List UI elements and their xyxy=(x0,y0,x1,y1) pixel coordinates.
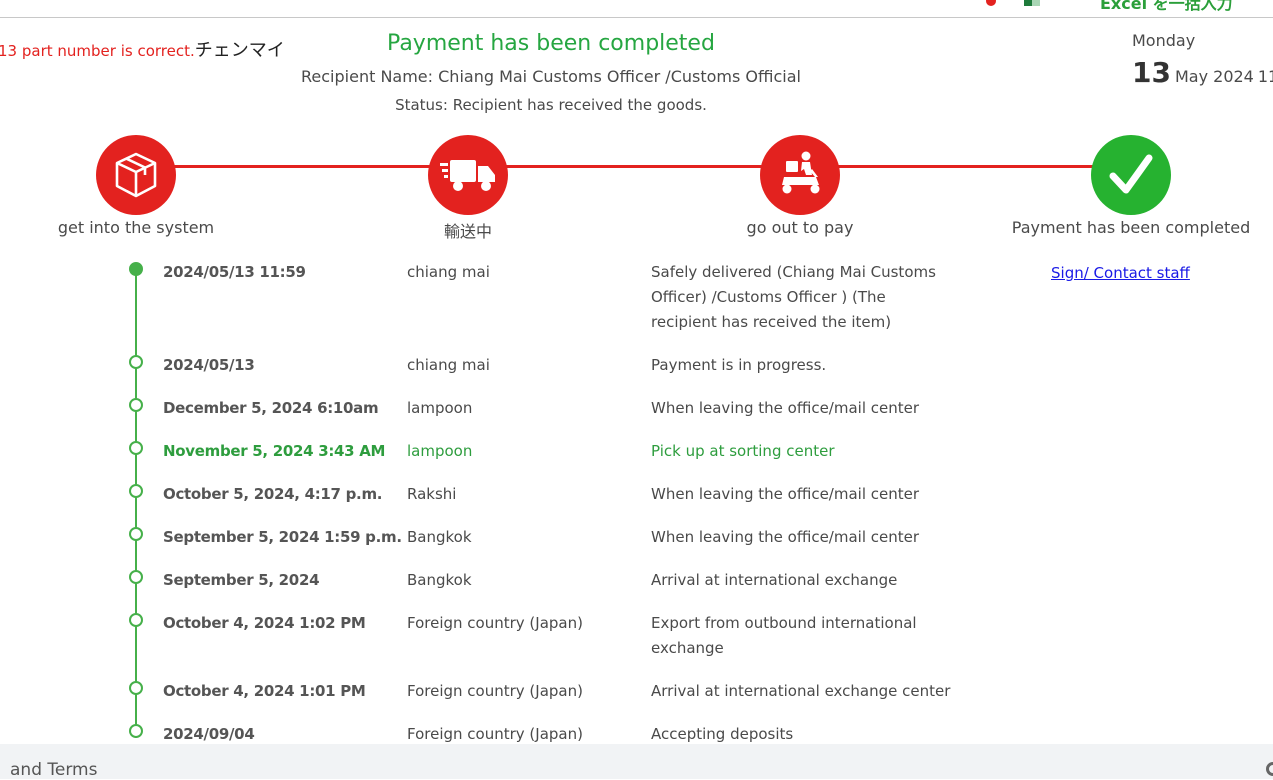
event-description: Arrival at international exchange center xyxy=(651,682,951,700)
day-number: 13 xyxy=(1132,56,1171,89)
event-date: 2024/05/13 11:59 xyxy=(163,263,306,281)
event-date: 2024/05/13 xyxy=(163,356,255,374)
event-description: Arrival at international exchange xyxy=(651,571,898,589)
sign-contact-staff-link[interactable]: Sign/ Contact staff xyxy=(1051,264,1190,282)
event-place: Bangkok xyxy=(407,528,472,546)
month-year: May 2024 xyxy=(1174,67,1254,86)
timeline-dot xyxy=(129,355,143,369)
delivery-status: Status: Recipient has received the goods… xyxy=(395,96,707,114)
event-date-highlighted: November 5, 2024 3:43 AM xyxy=(163,442,386,460)
timeline-dot xyxy=(129,398,143,412)
event-description: Safely delivered (Chiang Mai Customs Off… xyxy=(651,263,936,331)
progress-connector xyxy=(468,165,800,168)
step-label: 輸送中 xyxy=(443,222,492,241)
event-date: October 5, 2024, 4:17 p.m. xyxy=(163,485,383,503)
event-description: When leaving the office/mail center xyxy=(651,399,920,417)
delivery-truck-icon xyxy=(440,160,495,191)
weekday-label: Monday xyxy=(1132,31,1196,50)
event-description: When leaving the office/mail center xyxy=(651,528,920,546)
event-place: Rakshi xyxy=(407,485,457,503)
step-received xyxy=(96,135,176,215)
event-date: September 5, 2024 1:59 p.m. xyxy=(163,528,402,546)
excel-icon[interactable] xyxy=(1024,0,1040,6)
time-label: 11:5 xyxy=(1257,67,1273,86)
date-display: 13May 202411:5 xyxy=(1132,56,1273,89)
step-payment-complete xyxy=(1091,135,1171,215)
step-label: Payment has been completed xyxy=(1011,218,1251,237)
timeline-dot xyxy=(129,613,143,627)
progress-connector xyxy=(136,165,468,168)
timeline-dot-current xyxy=(129,262,143,276)
event-place: Foreign country (Japan) xyxy=(407,682,583,700)
event-date: October 4, 2024 1:01 PM xyxy=(163,682,366,700)
excel-bulk-input-button[interactable]: Excel を一括入力 xyxy=(1100,0,1233,14)
event-date: October 4, 2024 1:02 PM xyxy=(163,614,366,632)
timeline-dot xyxy=(129,441,143,455)
package-icon xyxy=(115,152,157,198)
step-out-for-payment xyxy=(760,135,840,215)
event-place: Bangkok xyxy=(407,571,472,589)
step-label: go out to pay xyxy=(746,218,854,237)
timeline-dot xyxy=(129,527,143,541)
event-place-highlighted: lampoon xyxy=(407,442,473,460)
record-dot-icon xyxy=(986,0,996,6)
top-toolbar: Excel を一括入力 xyxy=(0,0,1273,18)
timeline-dot xyxy=(129,724,143,738)
step-label: get into the system xyxy=(57,218,215,237)
recipient-name: Recipient Name: Chiang Mai Customs Offic… xyxy=(301,67,801,86)
event-place: Foreign country (Japan) xyxy=(407,614,583,632)
event-date: September 5, 2024 xyxy=(163,571,320,589)
page-title: Payment has been completed xyxy=(387,31,715,56)
timeline-dot xyxy=(129,484,143,498)
terms-link[interactable]: and Terms xyxy=(10,760,97,780)
event-place: lampoon xyxy=(407,399,473,417)
event-description: When leaving the office/mail center xyxy=(651,485,920,503)
timeline-dot xyxy=(129,570,143,584)
event-description-highlighted: Pick up at sorting center xyxy=(651,442,835,460)
timeline-track xyxy=(135,268,137,738)
circle-icon[interactable] xyxy=(1266,762,1273,776)
timeline-dot xyxy=(129,681,143,695)
scooter-courier-icon xyxy=(782,151,820,194)
event-date: December 5, 2024 6:10am xyxy=(163,399,379,417)
progress-connector xyxy=(800,165,1131,168)
event-place: chiang mai xyxy=(407,263,490,281)
event-description: Export from outbound international excha… xyxy=(651,614,917,657)
event-place: chiang mai xyxy=(407,356,490,374)
step-in-transit xyxy=(428,135,508,215)
checkmark-icon xyxy=(1109,154,1153,194)
footer-bar: and Terms xyxy=(0,744,1273,780)
event-description: Payment is in progress. xyxy=(651,356,827,374)
